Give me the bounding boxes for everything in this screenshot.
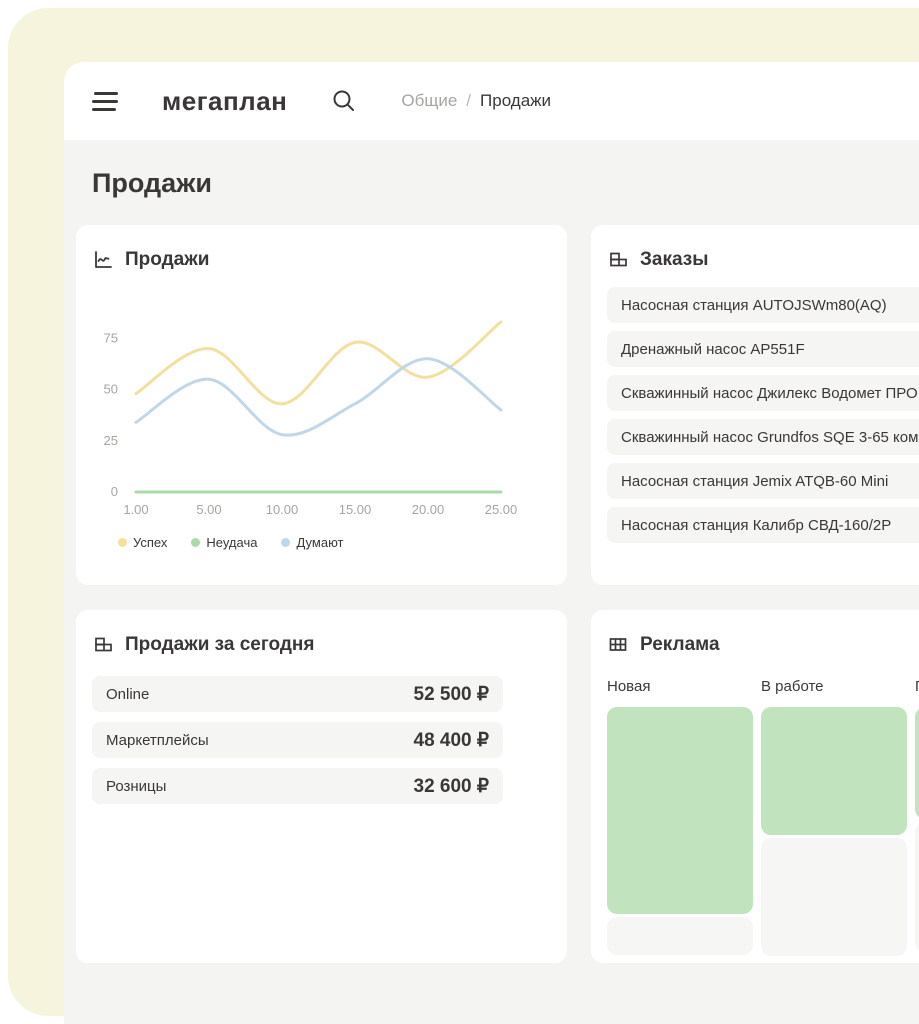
app-header: мегаплан Общие / Продажи [64,62,919,140]
svg-text:75: 75 [104,330,118,345]
sales-row-value: 52 500 ₽ [414,683,489,706]
legend-item[interactable]: Успех [118,535,167,550]
order-item[interactable]: Насосная станция Jemix ATQB-60 Mini [607,463,919,499]
kanban-column: П [915,678,919,959]
svg-text:50: 50 [104,382,118,397]
card-orders: Заказы Насосная станция AUTOJSWm80(AQ) Др… [591,225,919,585]
svg-text:15.00: 15.00 [339,502,372,517]
breadcrumb-current: Продажи [480,91,551,111]
breadcrumb-separator: / [466,91,471,111]
legend-label: Неудача [206,535,257,550]
svg-text:20.00: 20.00 [412,502,445,517]
sales-row-value: 32 600 ₽ [414,775,489,798]
kanban-column: В работе [761,678,907,959]
sales-today-row[interactable]: Online 52 500 ₽ [92,676,503,712]
line-chart-icon [92,249,114,271]
order-item[interactable]: Скважинный насос Grundfos SQE 3-65 ком [607,419,919,455]
sales-today-row[interactable]: Розницы 32 600 ₽ [92,768,503,804]
card-orders-head: Заказы [607,249,919,271]
legend-dot [118,538,127,547]
sales-today-rows: Online 52 500 ₽ Маркетплейсы 48 400 ₽ Розниц… [92,676,551,804]
sales-today-row[interactable]: Маркетплейсы 48 400 ₽ [92,722,503,758]
app-panel: мегаплан Общие / Продажи Продажи [64,62,919,1024]
svg-text:5.00: 5.00 [196,502,221,517]
kanban-column-label: Новая [607,678,753,695]
page-title: Продажи [92,168,919,199]
legend-item[interactable]: Неудача [191,535,257,550]
search-icon[interactable] [331,88,357,114]
order-item[interactable]: Насосная станция Калибр СВД-160/2Р [607,507,919,543]
order-item[interactable]: Дренажный насос AP551F [607,331,919,367]
legend-item[interactable]: Думают [281,535,343,550]
order-item[interactable]: Насосная станция AUTOJSWm80(AQ) [607,287,919,323]
kanban-card-block[interactable] [607,917,753,955]
kanban-card-block[interactable] [915,822,919,952]
kanban-card-block[interactable] [915,707,919,819]
kanban-card-block[interactable] [607,707,753,914]
sales-row-label: Розницы [106,778,166,795]
card-sales-chart-head: Продажи [92,249,551,271]
kanban-column-label: В работе [761,678,907,695]
card-ads-head: Реклама [607,634,919,656]
card-sales-today: Продажи за сегодня Online 52 500 ₽ Маркетп… [76,610,567,963]
legend-label: Успех [133,535,167,550]
kanban-column: Новая [607,678,753,959]
card-sales-chart-title: Продажи [125,249,209,271]
card-ads-title: Реклама [640,634,720,656]
kanban-card-block[interactable] [761,707,907,835]
order-item[interactable]: Скважинный насос Джилекс Водомет ПРО [607,375,919,411]
breadcrumb-section[interactable]: Общие [401,91,457,111]
svg-text:25: 25 [104,433,118,448]
app-logo[interactable]: мегаплан [162,86,287,117]
table-blocks-icon [92,634,114,656]
card-sales-today-title: Продажи за сегодня [125,634,315,656]
legend-dot [281,538,290,547]
sales-row-label: Маркетплейсы [106,732,209,749]
orders-list: Насосная станция AUTOJSWm80(AQ) Дренажный… [607,287,919,543]
breadcrumb: Общие / Продажи [401,91,551,111]
svg-text:25.00: 25.00 [485,502,518,517]
card-ads: Реклама Новая В работе П [591,610,919,963]
svg-text:0: 0 [111,484,118,499]
chart-line-Успех [136,322,501,404]
menu-icon[interactable] [92,92,118,111]
sales-chart: 0 25 50 75 1.00 5.00 10.00 15.00 20.00 25.00 Успе… [92,287,551,550]
legend-dot [191,538,200,547]
card-sales-chart: Продажи 0 25 50 75 1.00 5.00 10.00 15.00 20.00 25… [76,225,567,585]
kanban-grid-icon [607,634,629,656]
legend-label: Думают [296,535,343,550]
svg-text:10.00: 10.00 [266,502,299,517]
ads-kanban: Новая В работе П [607,678,919,959]
kanban-column-label: П [915,678,919,695]
card-orders-title: Заказы [640,249,708,271]
chart-legend: Успех Неудача Думают [118,535,551,550]
sales-chart-svg: 0 25 50 75 1.00 5.00 10.00 15.00 20.00 25.00 [92,287,535,525]
svg-text:1.00: 1.00 [123,502,148,517]
kanban-card-block[interactable] [761,838,907,956]
card-sales-today-head: Продажи за сегодня [92,634,551,656]
content-area: Продажи Продажи 0 25 50 75 1.00 5.00 10.00 15.0… [64,140,919,963]
sales-row-label: Online [106,686,149,703]
sales-row-value: 48 400 ₽ [414,729,489,752]
cards-grid: Продажи 0 25 50 75 1.00 5.00 10.00 15.00 20.00 25… [76,225,919,963]
table-blocks-icon [607,249,629,271]
